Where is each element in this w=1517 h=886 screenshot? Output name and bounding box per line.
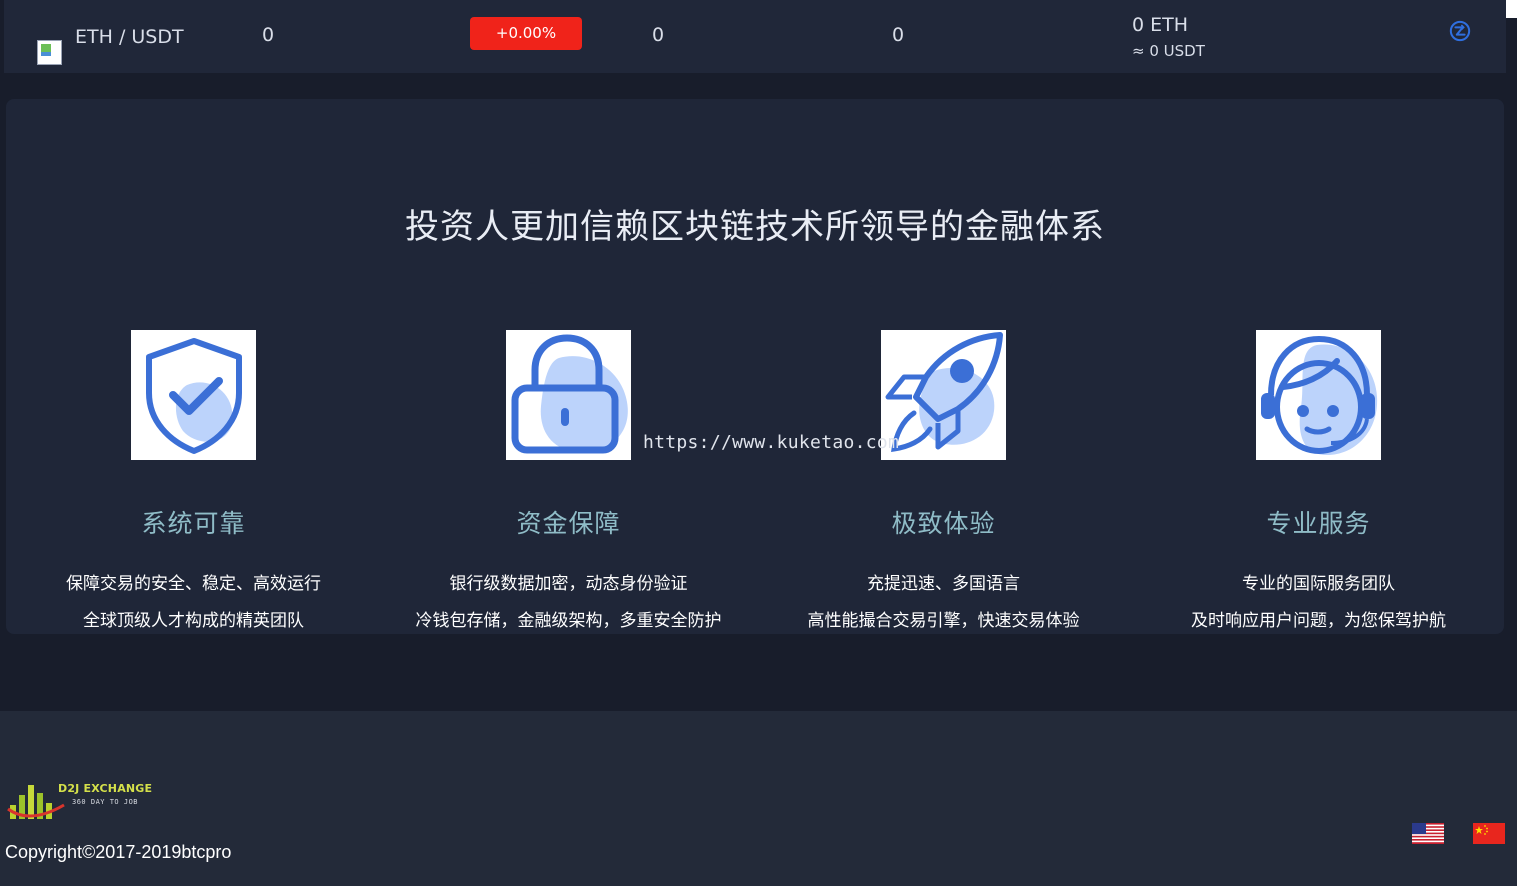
volume-usdt: ≈ 0 USDT [1132, 42, 1205, 60]
watermark-text: https://www.kuketao.com [643, 432, 900, 453]
china-flag-icon[interactable] [1473, 823, 1505, 844]
broken-image-icon [37, 40, 62, 65]
feature-title: 极致体验 [891, 509, 996, 538]
feature-experience: 极致体验 充提迅速、多国语言 高性能撮合交易引擎，快速交易体验 [756, 330, 1131, 640]
coin-exchange-icon[interactable] [1449, 20, 1471, 42]
us-flag-icon[interactable] [1412, 823, 1444, 844]
lock-icon [511, 334, 628, 454]
customer-service-icon [1260, 335, 1377, 455]
logo-tagline: 360 DAY TO JOB [72, 798, 139, 806]
copyright-text: Copyright©2017-2019btcpro [5, 842, 232, 862]
feature-title: 专业服务 [1266, 509, 1371, 538]
volume-eth: 0 ETH [1132, 14, 1189, 36]
features-title: 投资人更加信赖区块链技术所领导的金融体系 [405, 207, 1105, 247]
features-panel: 投资人更加信赖区块链技术所领导的金融体系 系统可靠 保障交易的安全、稳定、高效运… [6, 99, 1504, 634]
feature-line: 专业的国际服务团队 [1242, 574, 1395, 594]
feature-line: 银行级数据加密，动态身份验证 [449, 574, 688, 594]
feature-funds: 资金保障 银行级数据加密，动态身份验证 冷钱包存储，金融级架构，多重安全防护 [381, 330, 756, 640]
shield-check-icon [145, 338, 242, 454]
feature-reliable: 系统可靠 保障交易的安全、稳定、高效运行 全球顶级人才构成的精英团队 [6, 330, 381, 640]
feature-image [1256, 330, 1381, 460]
feature-line: 充提迅速、多国语言 [867, 574, 1020, 594]
high-price: 0 [652, 24, 665, 46]
feature-line: 保障交易的安全、稳定、高效运行 [66, 574, 321, 594]
feature-line: 冷钱包存储，金融级架构，多重安全防护 [415, 611, 722, 631]
feature-image [131, 330, 256, 460]
feature-image [506, 330, 631, 460]
feature-title: 资金保障 [516, 509, 621, 538]
logo-mark-icon [7, 785, 65, 819]
feature-image [881, 330, 1006, 460]
feature-title: 系统可靠 [141, 509, 246, 538]
last-price: 0 [262, 24, 275, 46]
feature-line: 及时响应用户问题，为您保驾护航 [1191, 611, 1446, 631]
footer: D2J EXCHANGE 360 DAY TO JOB Copyright©20… [0, 711, 1517, 886]
feature-service: 专业服务 专业的国际服务团队 及时响应用户问题，为您保驾护航 [1131, 330, 1506, 640]
feature-line: 高性能撮合交易引擎，快速交易体验 [807, 611, 1080, 631]
exchange-logo[interactable]: D2J EXCHANGE 360 DAY TO JOB [6, 779, 156, 823]
market-row[interactable]: ETH / USDT 0 +0.00% 0 0 0 ETH ≈ 0 USDT [4, 0, 1506, 73]
pair-name[interactable]: ETH / USDT [75, 26, 184, 48]
logo-name: D2J EXCHANGE [58, 782, 153, 795]
scrollbar-thumb[interactable] [1506, 0, 1517, 18]
low-price: 0 [892, 24, 905, 46]
change-badge: +0.00% [470, 17, 582, 50]
rocket-icon [885, 332, 1003, 452]
feature-line: 全球顶级人才构成的精英团队 [83, 611, 304, 631]
